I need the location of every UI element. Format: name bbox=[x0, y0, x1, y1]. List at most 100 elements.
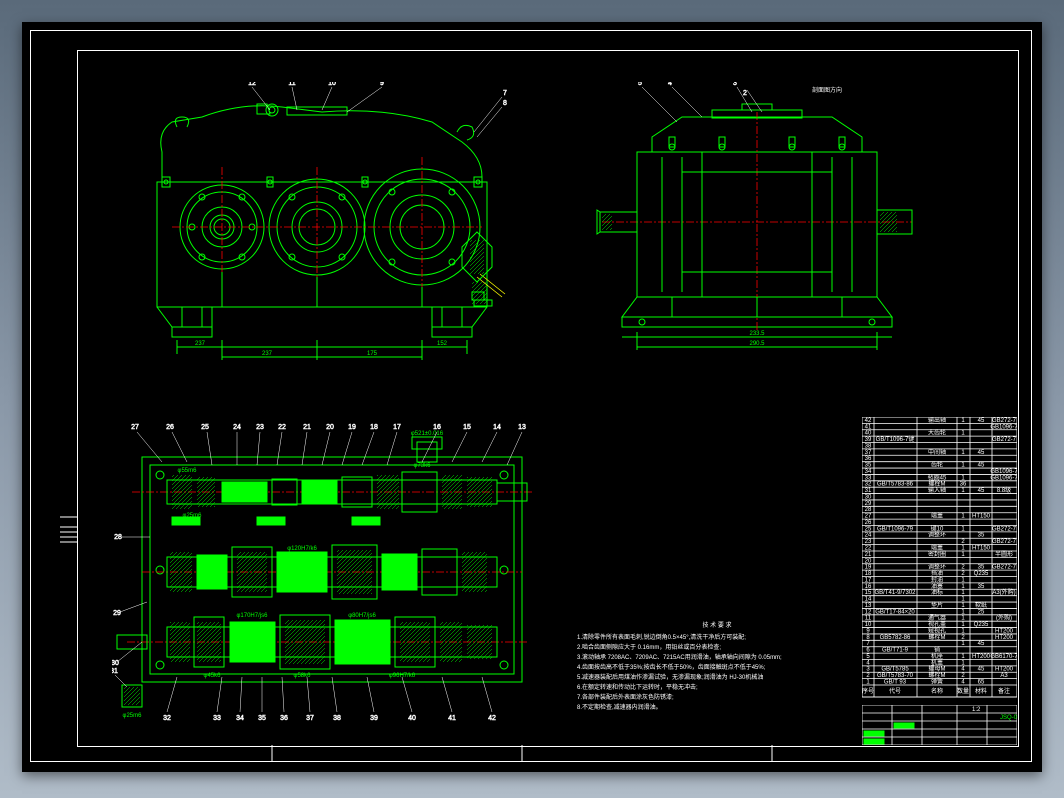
svg-text:GB/T1096-7键: GB/T1096-7键 bbox=[876, 435, 915, 443]
svg-text:16: 16 bbox=[433, 424, 441, 431]
svg-text:油塞: 油塞 bbox=[931, 582, 943, 590]
svg-text:20: 20 bbox=[865, 558, 872, 564]
svg-text:37: 37 bbox=[306, 715, 314, 722]
technical-notes: 技 术 要 求 1.清除零件所有表面毛刺,锐边倒角0.5×45°,清洗干净后方可… bbox=[577, 617, 857, 727]
svg-text:机盖: 机盖 bbox=[931, 658, 943, 666]
svg-text:9: 9 bbox=[866, 628, 870, 634]
svg-text:290.5: 290.5 bbox=[749, 341, 765, 347]
svg-text:39: 39 bbox=[370, 715, 378, 722]
svg-text:4: 4 bbox=[668, 82, 672, 87]
svg-text:1: 1 bbox=[961, 514, 965, 520]
svg-text:1: 1 bbox=[961, 546, 965, 552]
svg-text:φ58k6: φ58k6 bbox=[294, 673, 312, 679]
svg-text:2: 2 bbox=[743, 90, 747, 97]
svg-text:毡圈45: 毡圈45 bbox=[928, 473, 947, 481]
svg-text:21: 21 bbox=[303, 424, 311, 431]
svg-text:HT150: HT150 bbox=[972, 514, 991, 520]
svg-text:φ80H7/js6: φ80H7/js6 bbox=[348, 613, 376, 619]
svg-text:31: 31 bbox=[112, 668, 118, 675]
svg-text:38: 38 bbox=[865, 443, 872, 449]
note-6: 6.在额定转速和传动比下运转时，平稳无冲击; bbox=[577, 683, 698, 691]
svg-text:237: 237 bbox=[195, 341, 206, 347]
svg-text:2: 2 bbox=[961, 571, 965, 577]
svg-text:垫片: 垫片 bbox=[931, 601, 943, 609]
svg-text:23: 23 bbox=[256, 424, 264, 431]
svg-text:1: 1 bbox=[961, 609, 965, 615]
svg-text:35: 35 bbox=[258, 715, 266, 722]
svg-text:1: 1 bbox=[961, 475, 965, 481]
svg-text:8: 8 bbox=[866, 635, 870, 641]
svg-text:19: 19 bbox=[865, 565, 872, 571]
svg-text:42: 42 bbox=[488, 715, 496, 722]
cad-canvas[interactable]: 12 11 10 9 7 8 237 175 237 152 bbox=[22, 22, 1042, 772]
svg-text:35: 35 bbox=[865, 463, 872, 469]
svg-text:29: 29 bbox=[113, 610, 121, 617]
svg-text:8: 8 bbox=[503, 100, 507, 107]
svg-text:25: 25 bbox=[978, 609, 985, 615]
svg-text:GB/T1096-79: GB/T1096-79 bbox=[877, 526, 914, 532]
svg-text:大齿轮: 大齿轮 bbox=[928, 429, 946, 437]
svg-text:35: 35 bbox=[978, 533, 985, 539]
svg-text:14: 14 bbox=[865, 597, 872, 603]
svg-text:7: 7 bbox=[503, 90, 507, 97]
note-5: 5.减速器装配后用煤油作渗漏试验，无渗漏现象;润滑油为 HJ-30机械油 bbox=[577, 673, 763, 681]
svg-text:名称: 名称 bbox=[931, 687, 943, 695]
svg-text:45: 45 bbox=[978, 667, 985, 673]
svg-text:4: 4 bbox=[961, 667, 965, 673]
svg-text:16: 16 bbox=[865, 584, 872, 590]
front-elevation-view: 12 11 10 9 7 8 237 175 237 152 bbox=[122, 82, 522, 362]
svg-text:弹簧: 弹簧 bbox=[931, 678, 943, 686]
svg-text:12: 12 bbox=[865, 609, 872, 615]
svg-text:20: 20 bbox=[326, 424, 334, 431]
svg-text:HT200: HT200 bbox=[972, 654, 991, 660]
svg-text:2: 2 bbox=[961, 565, 965, 571]
svg-text:GB6170-7: GB6170-7 bbox=[990, 654, 1017, 660]
svg-text:HT200: HT200 bbox=[995, 635, 1014, 641]
svg-text:2: 2 bbox=[961, 673, 965, 679]
svg-text:32: 32 bbox=[163, 715, 171, 722]
svg-text:备注: 备注 bbox=[998, 687, 1010, 695]
svg-text:螺母M: 螺母M bbox=[929, 665, 946, 673]
svg-text:1: 1 bbox=[866, 680, 870, 686]
svg-text:螺栓M: 螺栓M bbox=[929, 633, 946, 641]
notes-title: 技 术 要 求 bbox=[702, 621, 731, 629]
svg-text:1: 1 bbox=[961, 584, 965, 590]
svg-text:4: 4 bbox=[961, 680, 965, 686]
note-3: 3.滚动轴承 7208AC、7209AC、7215AC用润滑油，轴承轴向间隙为 … bbox=[577, 653, 782, 661]
svg-text:152: 152 bbox=[437, 341, 448, 347]
svg-text:销: 销 bbox=[934, 646, 940, 654]
side-elevation-view: 5 4 3 2 剖面图方向 233.5 290.5 bbox=[582, 82, 922, 362]
svg-text:13: 13 bbox=[865, 603, 872, 609]
svg-text:封油: 封油 bbox=[931, 575, 943, 583]
svg-text:8.8级: 8.8级 bbox=[997, 486, 1011, 494]
svg-text:2: 2 bbox=[961, 539, 965, 545]
svg-text:GB/T17-84×20: GB/T17-84×20 bbox=[875, 609, 915, 615]
svg-text:1: 1 bbox=[961, 641, 965, 647]
svg-text:33: 33 bbox=[213, 715, 221, 722]
note-8: 8.不定期检查,减速器内润滑油。 bbox=[577, 703, 662, 711]
svg-text:密封圈: 密封圈 bbox=[928, 550, 946, 558]
svg-text:26: 26 bbox=[865, 520, 872, 526]
svg-text:φ55m6: φ55m6 bbox=[178, 468, 198, 474]
plan-section-view: φ521±0.016 φ120H7/k6 φ170H7/js6 φ80H7/js… bbox=[112, 417, 552, 727]
svg-text:13: 13 bbox=[518, 424, 526, 431]
svg-text:18: 18 bbox=[865, 571, 872, 577]
svg-text:3: 3 bbox=[733, 82, 737, 87]
svg-text:1: 1 bbox=[961, 616, 965, 622]
svg-text:1: 1 bbox=[961, 526, 965, 532]
svg-text:22: 22 bbox=[278, 424, 286, 431]
svg-text:端盖: 端盖 bbox=[931, 512, 943, 520]
svg-text:12: 12 bbox=[248, 82, 256, 87]
svg-text:GB/T71-9: GB/T71-9 bbox=[882, 648, 909, 654]
svg-text:31: 31 bbox=[865, 488, 872, 494]
svg-text:28: 28 bbox=[114, 534, 122, 541]
svg-text:18: 18 bbox=[370, 424, 378, 431]
svg-text:GB5782-86: GB5782-86 bbox=[880, 635, 911, 641]
drawing-number: JSQ-01 bbox=[1000, 715, 1017, 721]
svg-text:36: 36 bbox=[280, 715, 288, 722]
svg-text:1: 1 bbox=[961, 488, 965, 494]
svg-text:螺栓M: 螺栓M bbox=[929, 671, 946, 679]
svg-text:25: 25 bbox=[201, 424, 209, 431]
svg-text:GB272-7: GB272-7 bbox=[992, 565, 1017, 571]
svg-text:25: 25 bbox=[865, 526, 872, 532]
